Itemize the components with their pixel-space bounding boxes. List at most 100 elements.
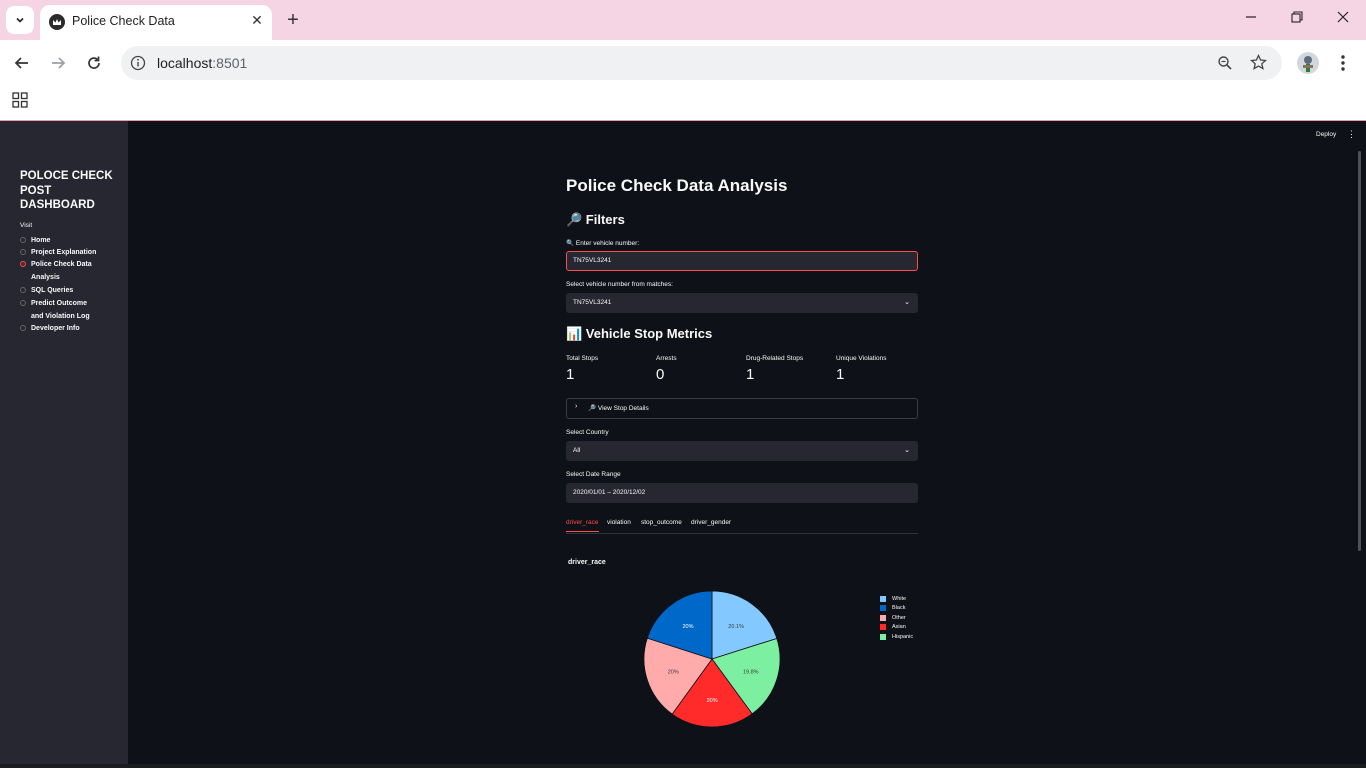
tab-driver-gender[interactable]: driver_gender <box>691 519 731 531</box>
new-tab-plus-icon[interactable]: + <box>283 10 303 30</box>
legend-swatch <box>880 605 886 612</box>
date-range-value: 2020/01/01 – 2020/12/02 <box>573 489 646 496</box>
pie-label-hispanic: 19.8% <box>743 670 759 676</box>
metric-value-arrests: 0 <box>656 366 665 383</box>
country-value: All <box>573 447 581 454</box>
metrics-heading: 📊 Vehicle Stop Metrics <box>566 326 713 341</box>
back-arrow-icon[interactable] <box>11 52 33 74</box>
legend-swatch <box>880 595 886 602</box>
chevron-down-icon: ⌄ <box>904 447 910 454</box>
nav-label: Home <box>31 237 51 244</box>
chevron-right-icon: › <box>575 403 578 410</box>
metric-label-unique-violations: Unique Violations <box>836 355 887 362</box>
legend-item-hispanic[interactable]: Hispanic <box>880 632 913 642</box>
scrollbar[interactable] <box>1358 151 1361 551</box>
legend-item-asian[interactable]: Asian <box>880 623 913 633</box>
legend-item-black[interactable]: Black <box>880 604 913 614</box>
nav-radio-project-explanation[interactable]: Project Explanation <box>20 247 101 260</box>
zoom-icon[interactable] <box>1217 55 1233 71</box>
metric-label-arrests: Arrests <box>656 355 677 362</box>
legend-label: Hispanic <box>892 633 914 640</box>
vehicle-number-value: TN75VL3241 <box>573 257 612 264</box>
tab-title: Police Check Data <box>72 14 175 28</box>
chevron-down-icon <box>16 17 24 23</box>
metric-value-unique-violations: 1 <box>836 366 845 383</box>
browser-tab-active[interactable]: Police Check Data ✕ <box>40 5 272 40</box>
legend-swatch <box>880 624 886 631</box>
vehicle-select-value: TN75VL3241 <box>573 299 612 306</box>
expander-label: 🔎 View Stop Details <box>588 405 649 412</box>
chart-title: driver_race <box>568 559 606 566</box>
apps-grid-icon[interactable] <box>12 92 28 108</box>
profile-avatar[interactable] <box>1297 52 1319 74</box>
vehicle-number-select[interactable]: TN75VL3241 ⌄ <box>566 293 918 313</box>
taskbar-edge <box>0 764 1366 768</box>
metric-label-drug-stops: Drug-Related Stops <box>746 355 804 362</box>
stop-details-expander[interactable]: › 🔎 View Stop Details <box>566 398 918 419</box>
legend-label: White <box>892 595 907 602</box>
radio-circle-icon <box>20 300 26 306</box>
nav-label: Developer Info <box>31 325 80 332</box>
legend-swatch <box>880 614 886 621</box>
vehicle-select-label: Select vehicle number from matches: <box>566 281 673 288</box>
radio-circle-icon <box>20 249 26 255</box>
chart-tabs: driver_race violation stop_outcome drive… <box>566 519 918 534</box>
pie-chart: 20.1% 19.8% 20% 20% 20% <box>643 590 781 728</box>
app-menu-icon[interactable]: ⋮ <box>1347 129 1356 140</box>
pie-label-white: 20.1% <box>728 624 744 630</box>
radio-circle-icon <box>20 287 26 293</box>
nav-label: Predict Outcome and Violation Log <box>31 300 90 320</box>
site-info-icon[interactable] <box>130 55 146 71</box>
filters-heading: 🔎 Filters <box>566 212 625 227</box>
vehicle-number-input[interactable]: TN75VL3241 <box>566 251 918 271</box>
app-main: Deploy ⋮ Police Check Data Analysis 🔎 Fi… <box>128 121 1366 768</box>
legend-label: Other <box>892 614 906 621</box>
tab-search-button[interactable] <box>6 6 34 34</box>
address-bar[interactable]: localhost:8501 <box>121 46 1282 80</box>
url-text[interactable]: localhost:8501 <box>157 55 247 71</box>
nav-radio-sql-queries[interactable]: SQL Queries <box>20 285 101 298</box>
metric-value-total-stops: 1 <box>566 366 575 383</box>
deploy-button[interactable]: Deploy <box>1316 131 1336 138</box>
radio-selected-icon <box>20 261 26 267</box>
tab-stop-outcome[interactable]: stop_outcome <box>641 519 682 531</box>
minimize-icon[interactable] <box>1240 10 1262 30</box>
browser-menu-icon[interactable] <box>1336 53 1350 78</box>
chart-legend: White Black Other Asian Hispanic <box>880 594 913 642</box>
bookmark-star-icon[interactable] <box>1250 54 1267 71</box>
nav-radio-developer-info[interactable]: Developer Info <box>20 323 101 336</box>
metric-value-drug-stops: 1 <box>746 366 755 383</box>
legend-swatch <box>880 633 886 640</box>
date-range-input[interactable]: 2020/01/01 – 2020/12/02 <box>566 483 918 503</box>
country-label: Select Country <box>566 429 609 436</box>
visit-label: Visit <box>20 222 33 229</box>
tab-driver-race[interactable]: driver_race <box>566 519 599 532</box>
nav-label: Police Check Data Analysis <box>31 261 92 281</box>
nav-label: SQL Queries <box>31 287 74 294</box>
browser-toolbar: localhost:8501 <box>0 40 1366 86</box>
pie-label-other: 20% <box>668 670 679 676</box>
pie-label-black: 20% <box>682 624 693 630</box>
radio-circle-icon <box>20 325 26 331</box>
legend-label: Asian <box>892 624 906 631</box>
forward-arrow-icon[interactable] <box>47 52 69 74</box>
restore-icon[interactable] <box>1286 10 1308 30</box>
streamlit-crown-icon <box>49 14 65 30</box>
legend-item-white[interactable]: White <box>880 594 913 604</box>
browser-tab-strip: Police Check Data ✕ + <box>0 0 1366 40</box>
metric-label-total-stops: Total Stops <box>566 355 599 362</box>
nav-radio-predict-outcome[interactable]: Predict Outcome and Violation Log <box>20 298 101 323</box>
country-select[interactable]: All ⌄ <box>566 441 918 461</box>
close-tab-icon[interactable]: ✕ <box>248 11 266 29</box>
vehicle-input-label: 🔍 Enter vehicle number: <box>566 240 640 247</box>
close-window-icon[interactable] <box>1332 10 1354 30</box>
app-sidebar: POLOCE CHECK POST DASHBOARD Visit Home P… <box>0 121 128 768</box>
nav-radio-police-check-data-analysis[interactable]: Police Check Data Analysis <box>20 259 101 284</box>
legend-item-other[interactable]: Other <box>880 613 913 623</box>
nav-radio-home[interactable]: Home <box>20 235 101 248</box>
pie-label-asian: 20% <box>707 698 718 704</box>
tab-violation[interactable]: violation <box>607 519 631 531</box>
reload-icon[interactable] <box>83 52 105 74</box>
bookmarks-bar <box>0 86 1366 121</box>
radio-circle-icon <box>20 237 26 243</box>
